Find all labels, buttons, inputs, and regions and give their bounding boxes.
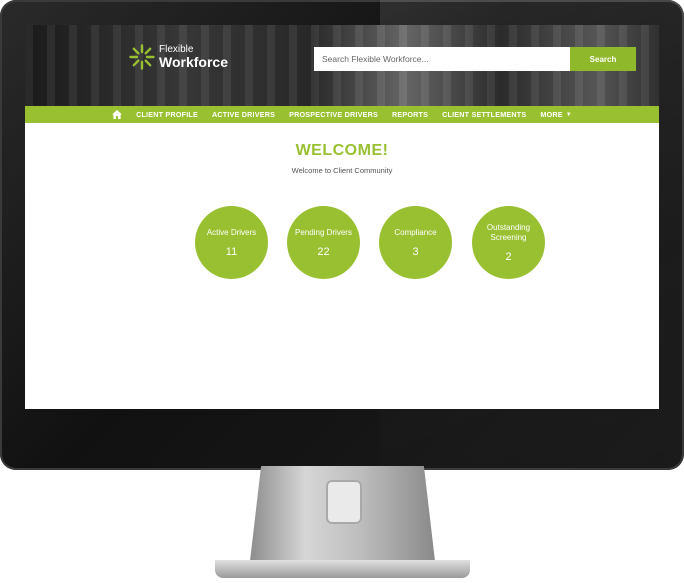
stat-count: 22 xyxy=(317,245,330,258)
stat-count: 2 xyxy=(505,250,512,263)
nav-home[interactable] xyxy=(105,110,129,119)
nav-active-drivers[interactable]: ACTIVE DRIVERS xyxy=(205,110,282,119)
nav-client-profile[interactable]: CLIENT PROFILE xyxy=(129,110,205,119)
nav-reports[interactable]: REPORTS xyxy=(385,110,435,119)
main-nav: CLIENT PROFILE ACTIVE DRIVERS PROSPECTIV… xyxy=(25,106,659,123)
stat-label: Active Drivers xyxy=(206,227,257,237)
stat-active-drivers[interactable]: Active Drivers 11 xyxy=(195,206,268,279)
caret-down-icon: ▼ xyxy=(565,111,572,118)
welcome-title: WELCOME! xyxy=(295,142,389,159)
nav-more-label: MORE xyxy=(540,110,563,119)
search-bar: Search xyxy=(314,47,636,71)
screen: Flexible Workforce Search CLIENT PROFILE… xyxy=(25,25,659,409)
header-banner: Flexible Workforce Search xyxy=(25,25,659,106)
stat-label: Outstanding Screening xyxy=(486,222,531,242)
search-button[interactable]: Search xyxy=(570,47,636,71)
welcome-subtitle: Welcome to Client Community xyxy=(291,166,393,175)
stats-row: Active Drivers 11 Pending Drivers 22 Com… xyxy=(25,206,659,286)
nav-prospective-drivers[interactable]: PROSPECTIVE DRIVERS xyxy=(282,110,385,119)
nav-more[interactable]: MORE ▼ xyxy=(533,110,579,119)
brand-logo[interactable]: Flexible Workforce xyxy=(129,44,228,70)
nav-client-settlements[interactable]: CLIENT SETTLEMENTS xyxy=(435,110,533,119)
monitor-base xyxy=(215,560,470,578)
stand-cable-hole xyxy=(326,480,362,524)
brand-line2: Workforce xyxy=(159,54,228,70)
stat-label: Compliance xyxy=(394,227,437,237)
stat-compliance[interactable]: Compliance 3 xyxy=(379,206,452,279)
stat-count: 11 xyxy=(225,245,238,258)
search-input[interactable] xyxy=(314,47,570,71)
stat-outstanding-screening[interactable]: Outstanding Screening 2 xyxy=(472,206,545,279)
starburst-logo-icon xyxy=(129,44,155,70)
home-icon xyxy=(112,110,123,119)
stat-count: 3 xyxy=(412,245,419,258)
stat-pending-drivers[interactable]: Pending Drivers 22 xyxy=(287,206,360,279)
stat-label: Pending Drivers xyxy=(295,227,352,237)
